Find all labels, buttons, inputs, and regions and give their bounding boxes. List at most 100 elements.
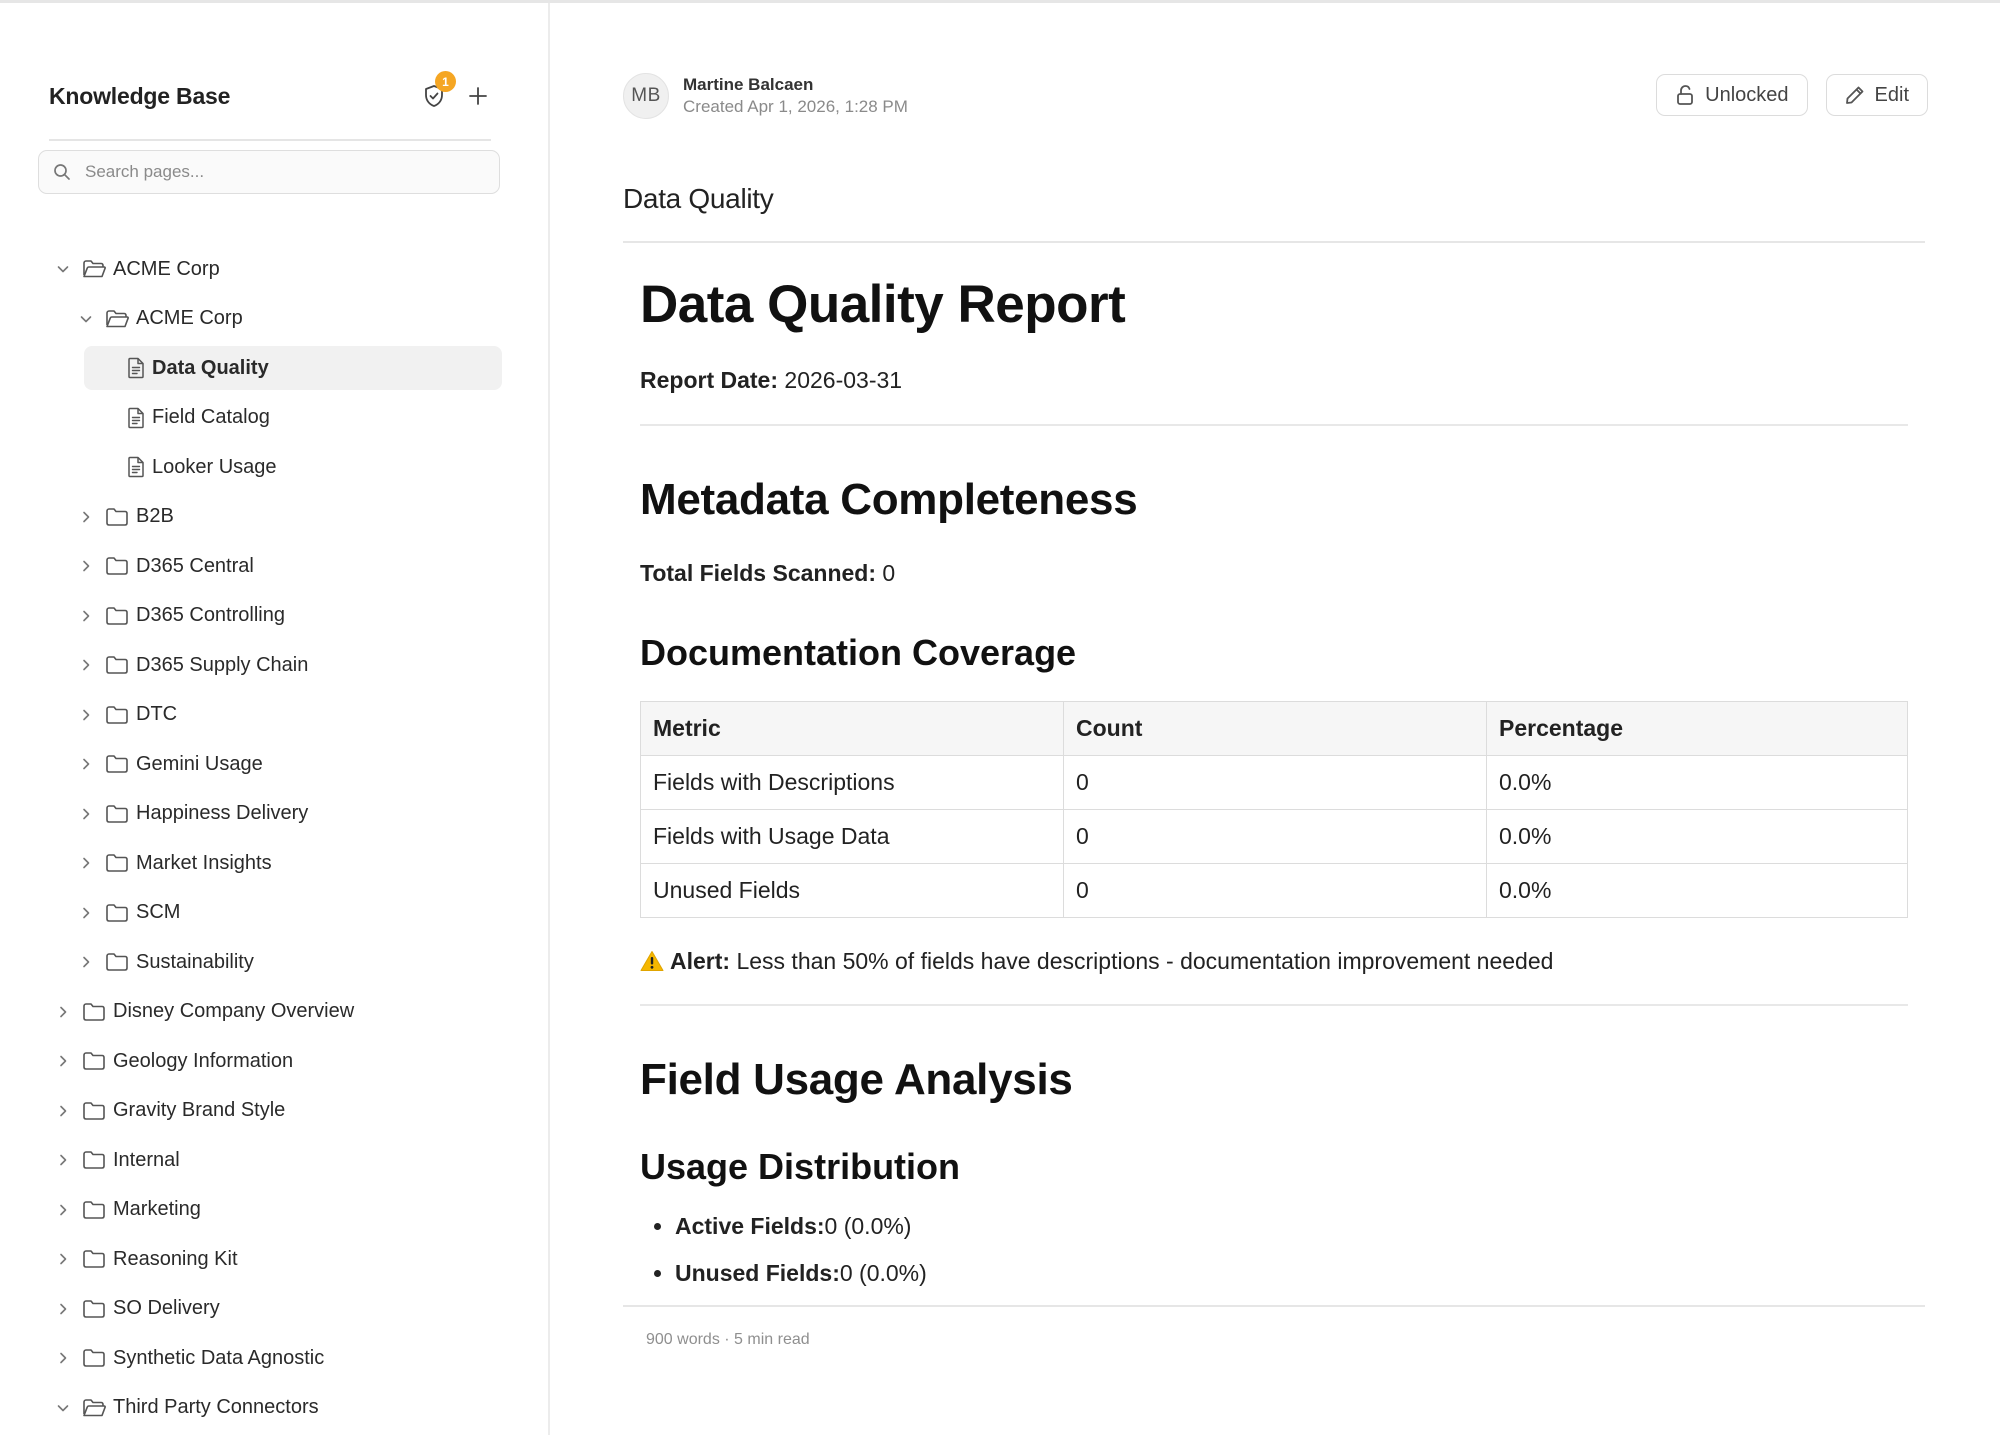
section-divider (640, 424, 1908, 426)
sidebar-item-label: B2B (136, 505, 174, 527)
chevron-right-icon[interactable] (77, 706, 95, 724)
sidebar-folder-synthetic-data-agnostic[interactable]: Synthetic Data Agnostic (54, 1336, 500, 1380)
chevron-right-icon[interactable] (77, 953, 95, 971)
folder-icon (105, 704, 129, 726)
sidebar-folder-gravity-brand-style[interactable]: Gravity Brand Style (54, 1089, 500, 1133)
sidebar-folder-b2b[interactable]: B2B (77, 495, 500, 539)
column-header: Count (1063, 701, 1487, 756)
chevron-right-icon[interactable] (77, 854, 95, 872)
usage-list: Active Fields: 0 (0.0%) Unused Fields: 0… (654, 1211, 927, 1305)
chevron-right-icon[interactable] (54, 1201, 72, 1219)
sidebar-folder-third-party-connectors[interactable]: Third Party Connectors (54, 1386, 500, 1430)
notification-badge: 1 (435, 71, 456, 92)
chevron-right-icon[interactable] (77, 904, 95, 922)
chevron-down-icon[interactable] (54, 1399, 72, 1417)
chevron-right-icon[interactable] (54, 1102, 72, 1120)
sidebar-item-label: D365 Controlling (136, 604, 285, 626)
section-divider (640, 1004, 1908, 1006)
sidebar-folder-so-delivery[interactable]: SO Delivery (54, 1287, 500, 1331)
chevron-right-icon[interactable] (54, 1349, 72, 1367)
sidebar-page-data-quality[interactable]: Data Quality (84, 346, 502, 390)
chevron-right-icon[interactable] (54, 1052, 72, 1070)
table-cell: Unused Fields (640, 863, 1064, 918)
folder-icon (105, 852, 129, 874)
folder-open-icon (105, 308, 129, 330)
unused-fields-label: Unused Fields: (675, 1260, 840, 1286)
sidebar-folder-internal[interactable]: Internal (54, 1138, 500, 1182)
sidebar-folder-scm[interactable]: SCM (77, 891, 500, 935)
table-header-row: Metric Count Percentage (640, 701, 1908, 756)
chevron-right-icon[interactable] (77, 557, 95, 575)
edit-button[interactable]: Edit (1825, 74, 1928, 116)
edit-label: Edit (1874, 83, 1909, 106)
search-input[interactable] (83, 161, 487, 183)
chevron-right-icon[interactable] (77, 508, 95, 526)
chevron-right-icon[interactable] (54, 1151, 72, 1169)
table-cell: 0 (1063, 809, 1487, 864)
sidebar-item-label: SCM (136, 901, 181, 923)
sidebar-folder-d365-central[interactable]: D365 Central (77, 544, 500, 588)
sidebar-page-looker-usage[interactable]: Looker Usage (84, 445, 502, 489)
sidebar-folder-acme-corp[interactable]: ACME Corp (77, 297, 500, 341)
review-shield-button[interactable]: 1 (421, 71, 456, 111)
add-page-button[interactable] (465, 81, 491, 111)
alert-text: Less than 50% of fields have description… (730, 948, 1554, 974)
coverage-table: Metric Count Percentage Fields with Desc… (640, 701, 1908, 918)
sidebar-folder-sustainability[interactable]: Sustainability (77, 940, 500, 984)
unlocked-button[interactable]: Unlocked (1656, 74, 1808, 116)
sidebar-folder-happiness-delivery[interactable]: Happiness Delivery (77, 792, 500, 836)
list-item: Unused Fields: 0 (0.0%) (654, 1258, 927, 1288)
sidebar-folder-disney-company-overview[interactable]: Disney Company Overview (54, 990, 500, 1034)
report-date-label: Report Date: (640, 367, 779, 393)
folder-icon (82, 1100, 106, 1122)
table-row: Fields with Descriptions 0 0.0% (640, 755, 1908, 810)
alert-label: Alert: (670, 948, 731, 974)
table-cell: 0 (1063, 755, 1487, 810)
folder-icon (105, 902, 129, 924)
table-cell: 0 (1063, 863, 1487, 918)
chevron-right-icon[interactable] (54, 1003, 72, 1021)
sidebar-folder-reasoning-kit[interactable]: Reasoning Kit (54, 1237, 500, 1281)
list-item: Active Fields: 0 (0.0%) (654, 1211, 927, 1241)
sidebar-folder-market-insights[interactable]: Market Insights (77, 841, 500, 885)
chevron-right-icon[interactable] (54, 1250, 72, 1268)
chevron-right-icon[interactable] (77, 805, 95, 823)
chevron-right-icon[interactable] (77, 755, 95, 773)
column-header: Metric (640, 701, 1064, 756)
chevron-right-icon[interactable] (77, 656, 95, 674)
sidebar-folder-dtc[interactable]: DTC (77, 693, 500, 737)
alert-message: Alert: Less than 50% of fields have desc… (640, 946, 1553, 976)
author-info: MB Martine Balcaen Created Apr 1, 2026, … (623, 73, 908, 119)
author-name: Martine Balcaen (683, 75, 814, 94)
active-fields-value: 0 (0.0%) (824, 1213, 912, 1239)
sidebar: Knowledge Base 1 ACME Corp ACME Corp Data … (0, 3, 550, 1435)
sidebar-item-label: Looker Usage (152, 455, 277, 478)
total-fields-label: Total Fields Scanned: (640, 560, 876, 586)
table-cell: Fields with Usage Data (640, 809, 1064, 864)
chevron-down-icon[interactable] (77, 310, 95, 328)
table-row: Fields with Usage Data 0 0.0% (640, 809, 1908, 864)
warning-icon (640, 951, 664, 971)
sidebar-item-label: Gravity Brand Style (113, 1099, 286, 1121)
report-date: Report Date: 2026-03-31 (640, 365, 902, 395)
chevron-right-icon[interactable] (54, 1300, 72, 1318)
author-meta: Martine Balcaen Created Apr 1, 2026, 1:2… (683, 74, 908, 118)
sidebar-folder-marketing[interactable]: Marketing (54, 1188, 500, 1232)
sidebar-folder-d365-supply-chain[interactable]: D365 Supply Chain (77, 643, 500, 687)
sidebar-folder-gemini-usage[interactable]: Gemini Usage (77, 742, 500, 786)
chevron-down-icon[interactable] (54, 260, 72, 278)
sidebar-folder-d365-controlling[interactable]: D365 Controlling (77, 594, 500, 638)
search-box[interactable] (38, 150, 500, 194)
chevron-right-icon[interactable] (77, 607, 95, 625)
document-icon (126, 456, 146, 478)
folder-icon (105, 654, 129, 676)
sidebar-folder-geology-information[interactable]: Geology Information (54, 1039, 500, 1083)
sidebar-item-label: Happiness Delivery (136, 802, 309, 824)
sidebar-folder-acme-corp[interactable]: ACME Corp (54, 247, 500, 291)
sidebar-title: Knowledge Base (49, 83, 231, 109)
sidebar-divider (49, 139, 491, 141)
report-date-value: 2026-03-31 (778, 367, 903, 393)
table-cell: 0.0% (1486, 809, 1908, 864)
sidebar-page-field-catalog[interactable]: Field Catalog (84, 396, 502, 440)
unlock-icon (1677, 85, 1694, 105)
